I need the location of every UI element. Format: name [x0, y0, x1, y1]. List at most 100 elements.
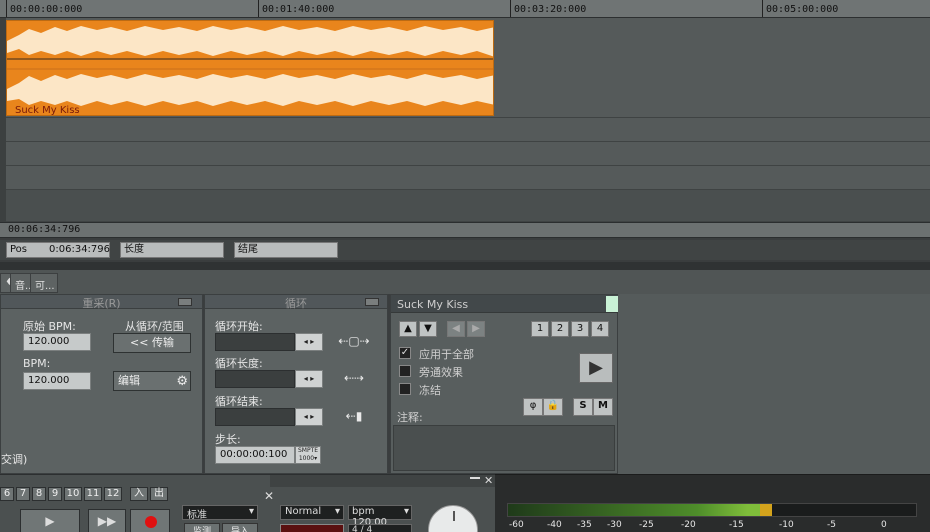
- from-loop-label: 从循环/范围: [125, 320, 184, 333]
- track-lane-5[interactable]: [6, 190, 930, 222]
- solo-button[interactable]: S: [573, 398, 593, 416]
- waveform: [7, 26, 493, 106]
- tab-2[interactable]: 音...: [10, 273, 35, 293]
- mode-select[interactable]: 标准 ▾: [182, 505, 258, 521]
- track-button-12[interactable]: 12: [104, 487, 122, 501]
- bypass-checkbox[interactable]: [399, 365, 411, 377]
- transfer-button[interactable]: << 传输: [113, 333, 191, 353]
- track-lane-4[interactable]: [6, 166, 930, 190]
- freeze-checkbox[interactable]: [399, 383, 411, 395]
- record-icon: [145, 516, 157, 528]
- pos-label: Pos: [10, 244, 28, 255]
- loop-end-input[interactable]: [215, 408, 295, 426]
- ruler-tick: 00:00:00:000: [5, 0, 83, 17]
- close-icon[interactable]: ✕: [264, 489, 274, 503]
- loop-length-input[interactable]: [215, 370, 295, 388]
- meter-label: -35: [577, 520, 592, 530]
- normal-value: Normal: [285, 506, 322, 517]
- notes-input[interactable]: [393, 425, 615, 471]
- nudge-right-icon[interactable]: ▶: [467, 321, 485, 337]
- loop-length-spinner[interactable]: ◂ ▸: [295, 370, 323, 388]
- move-up-icon[interactable]: ▲: [399, 321, 417, 337]
- slot-button-4[interactable]: 4: [591, 321, 609, 337]
- chevron-down-icon: ▾: [334, 506, 340, 517]
- fast-forward-button[interactable]: ▶▶: [88, 509, 126, 532]
- track-button-9[interactable]: 9: [48, 487, 62, 501]
- meter-label: -60: [509, 520, 524, 530]
- chevron-down-icon: ▾: [403, 506, 409, 517]
- track-button-6[interactable]: 6: [0, 487, 14, 501]
- bpm-select[interactable]: bpm 120.00 ▾: [348, 505, 412, 528]
- loop-start-label: 循环开始:: [215, 320, 263, 333]
- end-field[interactable]: 结尾: [234, 242, 338, 258]
- original-bpm-input[interactable]: 120.000: [23, 333, 91, 351]
- loop-end-set-button[interactable]: ⇠▮: [333, 408, 375, 426]
- in-button[interactable]: 入: [130, 487, 148, 501]
- track-button-8[interactable]: 8: [32, 487, 46, 501]
- mute-button[interactable]: M: [593, 398, 613, 416]
- tab-3[interactable]: 可...: [30, 273, 58, 293]
- panel-divider[interactable]: [0, 262, 930, 270]
- notes-label: 注释:: [397, 411, 423, 424]
- timeline-ruler[interactable]: 00:00:00:000 00:01:40:000 00:03:20:000 0…: [0, 0, 930, 18]
- slot-button-3[interactable]: 3: [571, 321, 589, 337]
- track-area[interactable]: Suck My Kiss: [0, 18, 930, 222]
- playhead-time: 00:06:34:796: [8, 224, 81, 235]
- collapse-icon[interactable]: [365, 298, 379, 306]
- input-button[interactable]: 导入: [222, 523, 258, 532]
- record-button[interactable]: [130, 509, 170, 532]
- apply-all-label: 应用于全部: [419, 348, 474, 361]
- length-field[interactable]: 长度: [120, 242, 224, 258]
- resample-panel-header: 重采(R): [1, 295, 202, 310]
- monitor-button[interactable]: 监测: [184, 523, 220, 532]
- meter-label: -25: [639, 520, 654, 530]
- nudge-left-icon[interactable]: ◀: [447, 321, 465, 337]
- sync-mode-select[interactable]: Normal ▾: [280, 505, 344, 520]
- clip-panel-title: Suck My Kiss: [397, 298, 469, 311]
- clip-color-swatch[interactable]: [606, 296, 618, 312]
- track-button-10[interactable]: 10: [64, 487, 82, 501]
- meter-track: [507, 503, 917, 517]
- play-clip-icon[interactable]: ▶: [579, 353, 613, 383]
- time-signature-select[interactable]: 4 / 4: [348, 524, 412, 532]
- loop-start-set-button[interactable]: ⇠▢⇢: [333, 333, 375, 351]
- audio-clip[interactable]: Suck My Kiss: [6, 20, 494, 116]
- position-bar[interactable]: 00:06:34:796: [0, 222, 930, 238]
- sync-indicator[interactable]: [280, 524, 344, 532]
- smpte-selector[interactable]: SMPTE 1000▾: [295, 446, 321, 464]
- level-meter[interactable]: -60 -40 -35 -30 -25 -20 -15 -10 -5 0: [495, 474, 930, 532]
- loop-title: 循环: [285, 297, 307, 310]
- resample-title: 重采(R): [82, 297, 121, 310]
- loop-length-label: 循环长度:: [215, 357, 263, 370]
- track-lane-2[interactable]: [6, 118, 930, 142]
- collapse-icon[interactable]: [178, 298, 192, 306]
- move-down-icon[interactable]: ▼: [419, 321, 437, 337]
- knob-indicator: [453, 511, 455, 521]
- loop-start-input[interactable]: [215, 333, 295, 351]
- bpm-input[interactable]: 120.000: [23, 372, 91, 390]
- loop-end-spinner[interactable]: ◂ ▸: [295, 408, 323, 426]
- lock-icon[interactable]: 🔒: [543, 398, 563, 416]
- slot-button-2[interactable]: 2: [551, 321, 569, 337]
- resample-panel: 重采(R) 原始 BPM: 从循环/范围 120.000 << 传输 BPM: …: [0, 294, 203, 474]
- out-button[interactable]: 出: [150, 487, 168, 501]
- minimize-icon[interactable]: [470, 477, 480, 479]
- original-bpm-label: 原始 BPM:: [23, 320, 76, 333]
- track-lane-3[interactable]: [6, 142, 930, 166]
- loop-length-set-button[interactable]: ⇠⇢: [333, 370, 375, 388]
- track-button-11[interactable]: 11: [84, 487, 102, 501]
- pos-field[interactable]: Pos 0:06:34:796: [6, 242, 110, 258]
- volume-knob[interactable]: [428, 505, 478, 532]
- slot-button-1[interactable]: 1: [531, 321, 549, 337]
- meter-label: -5: [827, 520, 836, 530]
- close-icon[interactable]: ✕: [484, 474, 493, 487]
- edit-button[interactable]: 编辑 ⚙: [113, 371, 191, 391]
- meter-label: -20: [681, 520, 696, 530]
- track-button-7[interactable]: 7: [16, 487, 30, 501]
- apply-all-checkbox[interactable]: ✓: [399, 347, 411, 359]
- step-input[interactable]: 00:00:00:100: [215, 446, 295, 464]
- freeze-label: 冻结: [419, 384, 441, 397]
- loop-start-spinner[interactable]: ◂ ▸: [295, 333, 323, 351]
- phase-button[interactable]: φ: [523, 398, 543, 416]
- play-button[interactable]: ▶: [20, 509, 80, 532]
